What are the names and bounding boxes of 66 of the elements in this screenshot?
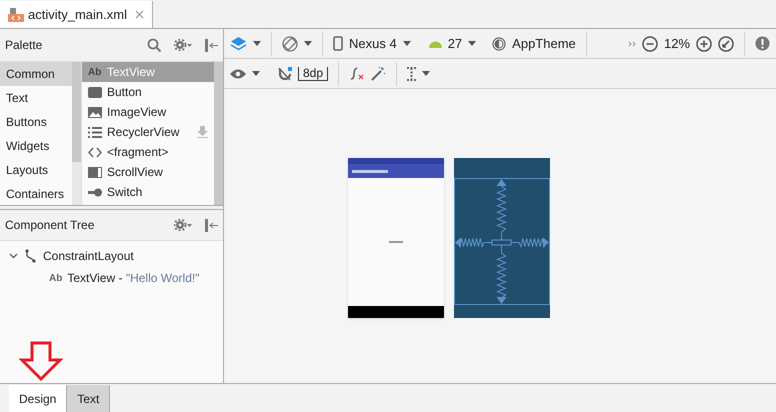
layers-icon[interactable] — [230, 36, 247, 52]
editor-mode-tab[interactable]: Design — [9, 385, 68, 412]
zoom-in-icon[interactable] — [696, 36, 712, 52]
button-icon — [88, 86, 102, 98]
palette-category[interactable]: Layouts — [0, 158, 72, 182]
device-selector[interactable]: Nexus 4 — [349, 34, 397, 54]
close-icon[interactable] — [134, 10, 144, 19]
palette-category[interactable]: Containers — [0, 182, 72, 206]
scroll-icon — [88, 166, 102, 178]
caret-icon — [253, 41, 261, 46]
palette-item[interactable]: Switch — [82, 182, 214, 202]
caret-icon — [252, 71, 260, 76]
image-icon — [88, 106, 102, 118]
down-arrow-icon — [19, 341, 63, 381]
panel-title: Palette — [5, 37, 44, 54]
caret-icon — [304, 41, 312, 46]
caret-icon — [422, 71, 430, 76]
palette-item[interactable]: Button — [82, 82, 214, 102]
constraint-icon — [24, 249, 37, 263]
text-icon: Ab — [49, 270, 62, 286]
zoom-fit-icon[interactable] — [718, 36, 734, 52]
panel-title: Component Tree — [5, 217, 96, 234]
caret-icon — [402, 41, 411, 46]
search-icon[interactable] — [147, 38, 162, 52]
clear-constraints-icon[interactable] — [349, 66, 366, 81]
settings-icon[interactable] — [174, 39, 193, 51]
eye-icon[interactable] — [230, 68, 246, 78]
palette-category[interactable]: Common — [0, 62, 72, 86]
align-icon[interactable] — [407, 66, 416, 80]
api-level-selector[interactable]: 27 — [448, 34, 462, 54]
overflow-chevrons-icon[interactable] — [628, 40, 636, 46]
rotate-icon[interactable] — [282, 36, 298, 52]
editor-mode-tab[interactable]: Text — [67, 385, 110, 412]
palette-category[interactable]: Text — [0, 86, 72, 110]
chevron-icon[interactable] — [9, 253, 18, 259]
code-brackets-icon — [88, 146, 102, 158]
phone-icon[interactable] — [333, 36, 343, 51]
file-tab[interactable]: activity_main.xml — [0, 1, 153, 28]
theme-selector[interactable]: AppTheme — [512, 34, 576, 54]
collapse-icon[interactable] — [205, 218, 218, 232]
file-tab-label: activity_main.xml — [28, 6, 127, 24]
palette-item[interactable]: ScrollView — [82, 162, 214, 182]
text-icon: Ab — [88, 64, 102, 80]
scrollbar-thumb[interactable] — [72, 62, 81, 162]
scrollbar-thumb[interactable] — [214, 62, 223, 205]
palette-item[interactable]: Ab TextView — [82, 62, 214, 82]
settings-icon[interactable] — [174, 219, 193, 231]
palette-category[interactable]: Buttons — [0, 110, 72, 134]
palette-category[interactable]: Widgets — [0, 134, 72, 158]
caret-icon — [468, 41, 476, 46]
palette-item[interactable]: RecyclerView — [82, 122, 214, 142]
xml-file-icon — [8, 8, 24, 22]
palette-item[interactable]: ImageView — [82, 102, 214, 122]
collapse-icon[interactable] — [205, 38, 218, 52]
magnet-off-icon[interactable] — [278, 66, 292, 80]
tree-node[interactable]: ConstraintLayout — [0, 245, 223, 267]
tree-node[interactable]: Ab TextView - "Hello World!" — [0, 267, 223, 289]
list-icon — [88, 126, 102, 138]
switch-icon — [88, 186, 102, 198]
zoom-out-icon[interactable] — [642, 36, 658, 52]
warning-icon[interactable] — [755, 36, 770, 51]
default-margin-selector[interactable]: 8dp — [298, 66, 328, 80]
palette-item[interactable]: <fragment> — [82, 142, 214, 162]
magic-wand-icon[interactable] — [371, 66, 386, 81]
zoom-level: 12% — [664, 34, 690, 53]
theme-icon[interactable] — [492, 36, 506, 50]
